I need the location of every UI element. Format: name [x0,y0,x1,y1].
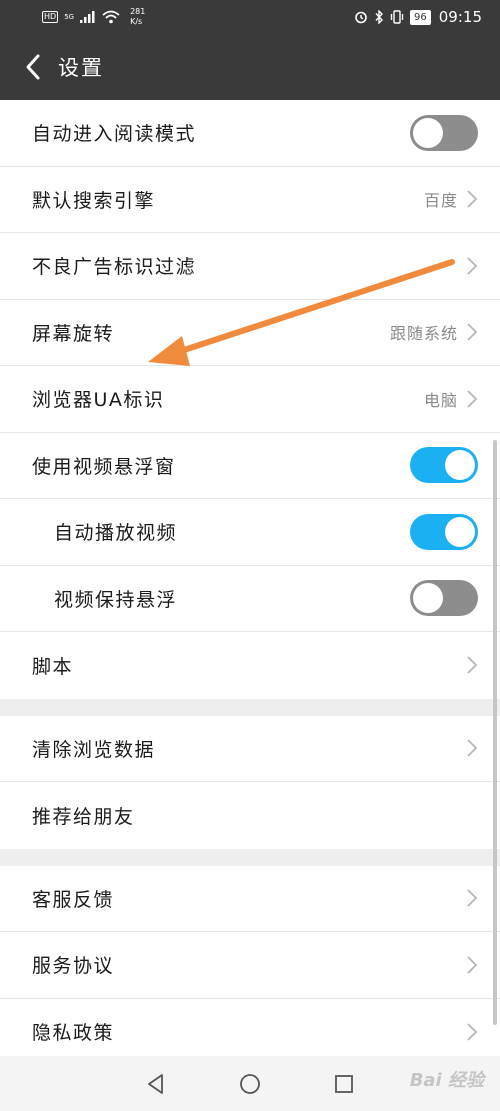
floating-video-toggle[interactable] [410,447,478,484]
reading-mode-toggle[interactable] [410,114,478,151]
hd-indicator: HD [42,11,59,23]
setting-label: 推荐给朋友 [32,805,135,828]
triangle-back-icon[interactable] [144,1072,168,1096]
toggle-knob [445,450,475,481]
network-type: 5G [64,13,75,21]
setting-ad-filter[interactable]: 不良广告标识过滤 [0,233,500,300]
setting-right [466,655,478,675]
setting-value: 跟随系统 [389,324,458,344]
setting-right [466,256,478,276]
setting-label: 自动进入阅读模式 [32,123,197,146]
setting-recommend[interactable]: 推荐给朋友 [0,782,500,849]
wifi-icon [102,10,120,24]
setting-label: 浏览器UA标识 [32,389,165,412]
vibrate-icon [390,10,404,24]
status-left: HD 5G 281 K/s [42,7,145,27]
setting-label: 自动播放视频 [54,522,178,545]
speed-unit: K/s [130,17,143,26]
setting-ua[interactable]: 浏览器UA标识 电脑 [0,366,500,433]
setting-label: 不良广告标识过滤 [32,256,197,279]
setting-rotation[interactable]: 屏幕旋转 跟随系统 [0,299,500,366]
bluetooth-icon [375,10,384,24]
title-bar: 设置 [0,34,500,100]
section-divider [0,848,500,866]
signal-icon [80,11,95,23]
setting-keep-floating: 视频保持悬浮 [0,565,500,632]
chevron-right-icon [466,655,478,675]
setting-right [466,738,478,758]
setting-right: 跟随系统 [390,320,478,344]
setting-clear-data[interactable]: 清除浏览数据 [0,715,500,782]
watermark: Bai 经验 [409,1070,484,1091]
chevron-left-icon [26,54,40,80]
setting-value: 电脑 [423,390,458,410]
chevron-right-icon [466,738,478,758]
chevron-right-icon [466,888,478,908]
chevron-right-icon [466,389,478,409]
toggle-knob [413,117,443,148]
status-time: 09:15 [438,8,482,26]
setting-terms[interactable]: 服务协议 [0,932,500,999]
chevron-right-icon [466,955,478,975]
setting-search-engine[interactable]: 默认搜索引擎 百度 [0,166,500,233]
keep-floating-toggle[interactable] [410,580,478,617]
autoplay-toggle[interactable] [410,513,478,550]
setting-value: 百度 [423,191,458,211]
setting-label: 清除浏览数据 [32,738,156,761]
setting-label: 使用视频悬浮窗 [32,455,176,478]
setting-label: 隐私政策 [32,1022,115,1045]
setting-label: 服务协议 [32,955,115,978]
setting-right [466,1022,478,1042]
setting-label: 默认搜索引擎 [32,189,156,212]
toggle-knob [413,583,443,614]
setting-label: 客服反馈 [32,888,115,911]
toggle-knob [445,516,475,547]
setting-right [466,888,478,908]
setting-label: 脚本 [32,655,74,678]
setting-label: 屏幕旋转 [32,322,115,345]
status-right: 96 09:15 [354,8,482,26]
square-recents-icon[interactable] [332,1072,356,1096]
page-title: 设置 [58,56,104,80]
chevron-right-icon [466,256,478,276]
setting-label: 视频保持悬浮 [54,588,178,611]
scrollbar[interactable] [493,440,497,1025]
setting-floating-video: 使用视频悬浮窗 [0,432,500,499]
setting-right: 百度 [424,187,478,211]
battery-indicator: 96 [410,9,431,25]
setting-autoplay: 自动播放视频 [0,499,500,566]
status-bar: HD 5G 281 K/s 96 09:15 [0,0,500,34]
chevron-right-icon [466,1022,478,1042]
setting-right: 电脑 [424,387,478,411]
setting-reading-mode: 自动进入阅读模式 [0,100,500,167]
circle-home-icon[interactable] [238,1072,262,1096]
setting-script[interactable]: 脚本 [0,632,500,699]
setting-feedback[interactable]: 客服反馈 [0,865,500,932]
network-speed: 281 K/s [130,7,145,27]
chevron-right-icon [466,322,478,342]
section-divider [0,698,500,716]
setting-right [466,955,478,975]
speed-value: 281 [130,7,146,16]
settings-list: 自动进入阅读模式 默认搜索引擎 百度 不良广告标识过滤 屏幕旋转 跟随系统 浏览… [0,100,500,1065]
back-button[interactable] [18,47,48,87]
alarm-icon [355,11,367,24]
chevron-right-icon [466,189,478,209]
